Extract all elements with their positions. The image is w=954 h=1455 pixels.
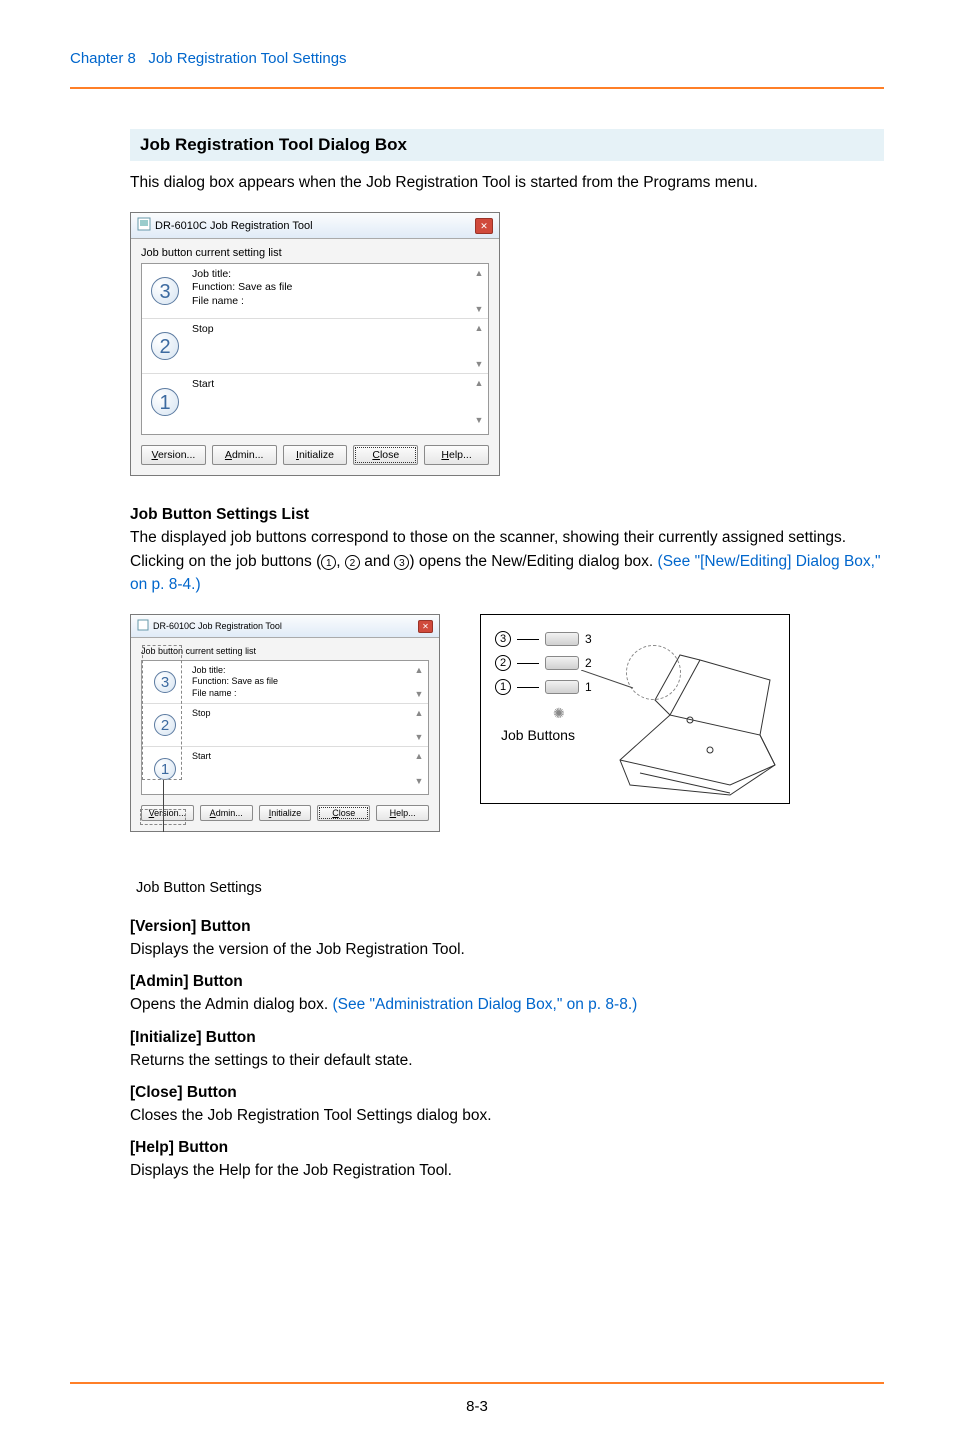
list-item[interactable]: 2 Stop ▲ ▼ [142, 319, 488, 374]
job-button-3[interactable]: 3 [151, 277, 179, 305]
version-button[interactable]: Version... [141, 805, 194, 821]
chapter-label: Chapter 8 [70, 50, 136, 67]
job-button-3[interactable]: 3 [154, 671, 176, 693]
version-button[interactable]: Version... [141, 445, 206, 465]
dialog-screenshot-small: DR-6010C Job Registration Tool ✕ Job but… [130, 614, 440, 832]
page-header: Chapter 8 Job Registration Tool Settings [70, 50, 884, 89]
initialize-button[interactable]: Initialize [283, 445, 348, 465]
list-item[interactable]: 3 Job title: Function: Save as file File… [142, 661, 428, 704]
page-footer: 8-3 [70, 1382, 884, 1415]
close-paragraph: Closes the Job Registration Tool Setting… [130, 1104, 884, 1127]
link-admin-dialog[interactable]: (See "Administration Dialog Box," on p. … [333, 996, 638, 1013]
callout-circle-3: 3 [495, 631, 511, 647]
job-row-text: Job title: Function: Save as file File n… [188, 264, 470, 318]
version-paragraph: Displays the version of the Job Registra… [130, 938, 884, 961]
initialize-paragraph: Returns the settings to their default st… [130, 1049, 884, 1072]
close-button[interactable]: Close [317, 805, 370, 821]
job-row-text: Start [188, 374, 470, 429]
list-label: Job button current setting list [141, 646, 429, 656]
job-row-text: Stop [188, 704, 410, 746]
down-arrow-icon[interactable]: ▼ [473, 359, 485, 369]
up-arrow-icon[interactable]: ▲ [473, 323, 485, 333]
scanner-button-label: 2 [585, 656, 592, 670]
job-row-text: Stop [188, 319, 470, 373]
circled-2: 2 [345, 555, 360, 570]
job-button-2[interactable]: 2 [154, 714, 176, 736]
help-paragraph: Displays the Help for the Job Registrati… [130, 1159, 884, 1182]
close-icon[interactable]: ✕ [418, 620, 433, 633]
subheading-admin: [Admin] Button [130, 973, 884, 991]
callout-line [581, 670, 641, 725]
list-item[interactable]: 2 Stop ▲▼ [142, 704, 428, 747]
up-arrow-icon[interactable]: ▲ [473, 378, 485, 388]
gear-icon: ✺ [553, 705, 565, 722]
circled-3: 3 [394, 555, 409, 570]
figure-left: DR-6010C Job Registration Tool ✕ Job but… [130, 614, 450, 896]
help-button[interactable]: Help... [424, 445, 489, 465]
job-row-text: Job title: Function: Save as file File n… [188, 661, 410, 703]
figure-right: 3 3 2 2 1 1 ✺ [480, 614, 790, 804]
app-icon [137, 619, 149, 633]
down-arrow-icon[interactable]: ▼ [473, 304, 485, 314]
list-item[interactable]: 3 Job title: Function: Save as file File… [142, 264, 488, 319]
admin-button[interactable]: Admin... [212, 445, 277, 465]
close-button[interactable]: Close [353, 445, 418, 465]
job-button-2[interactable]: 2 [151, 332, 179, 360]
dialog-screenshot: DR-6010C Job Registration Tool ✕ Job but… [130, 212, 500, 476]
dialog-title: DR-6010C Job Registration Tool [153, 621, 282, 631]
list-item[interactable]: 1 Start ▲ ▼ [142, 374, 488, 429]
subheading-job-button-list: Job Button Settings List [130, 506, 884, 524]
section-title: Job Registration Tool Dialog Box [130, 129, 884, 161]
close-icon[interactable]: ✕ [475, 218, 493, 234]
list-item[interactable]: 1 Start ▲▼ [142, 747, 428, 790]
job-button-1[interactable]: 1 [151, 388, 179, 416]
subheading-help: [Help] Button [130, 1139, 884, 1157]
up-arrow-icon[interactable]: ▲ [473, 268, 485, 278]
circled-1: 1 [321, 555, 336, 570]
callout-circle-2: 2 [495, 655, 511, 671]
subheading-close: [Close] Button [130, 1084, 884, 1102]
app-icon [137, 217, 151, 234]
job-row-text: Start [188, 747, 410, 790]
job-button-list: 3 Job title: Function: Save as file File… [141, 263, 489, 435]
header-title: Job Registration Tool Settings [148, 50, 346, 67]
subheading-initialize: [Initialize] Button [130, 1029, 884, 1047]
help-button[interactable]: Help... [376, 805, 429, 821]
page-number: 8-3 [466, 1398, 488, 1415]
scanner-button-label: 3 [585, 632, 592, 646]
admin-button[interactable]: Admin... [200, 805, 253, 821]
callout-circle-1: 1 [495, 679, 511, 695]
subheading-version: [Version] Button [130, 918, 884, 936]
callout-line [163, 780, 164, 832]
scanner-button-icon [545, 632, 579, 646]
scanner-button-icon [545, 656, 579, 670]
initialize-button[interactable]: Initialize [259, 805, 312, 821]
figure-caption-left: Job Button Settings [130, 862, 450, 896]
down-arrow-icon[interactable]: ▼ [473, 415, 485, 425]
jobbtn-paragraph: The displayed job buttons correspond to … [130, 526, 884, 596]
intro-paragraph: This dialog box appears when the Job Reg… [130, 171, 884, 194]
admin-paragraph: Opens the Admin dialog box. (See "Admini… [130, 993, 884, 1016]
dialog-title: DR-6010C Job Registration Tool [155, 220, 313, 232]
list-label: Job button current setting list [141, 247, 489, 259]
scanner-label: Job Buttons [501, 727, 575, 743]
scanner-button-icon [545, 680, 579, 694]
job-button-1[interactable]: 1 [154, 758, 176, 780]
